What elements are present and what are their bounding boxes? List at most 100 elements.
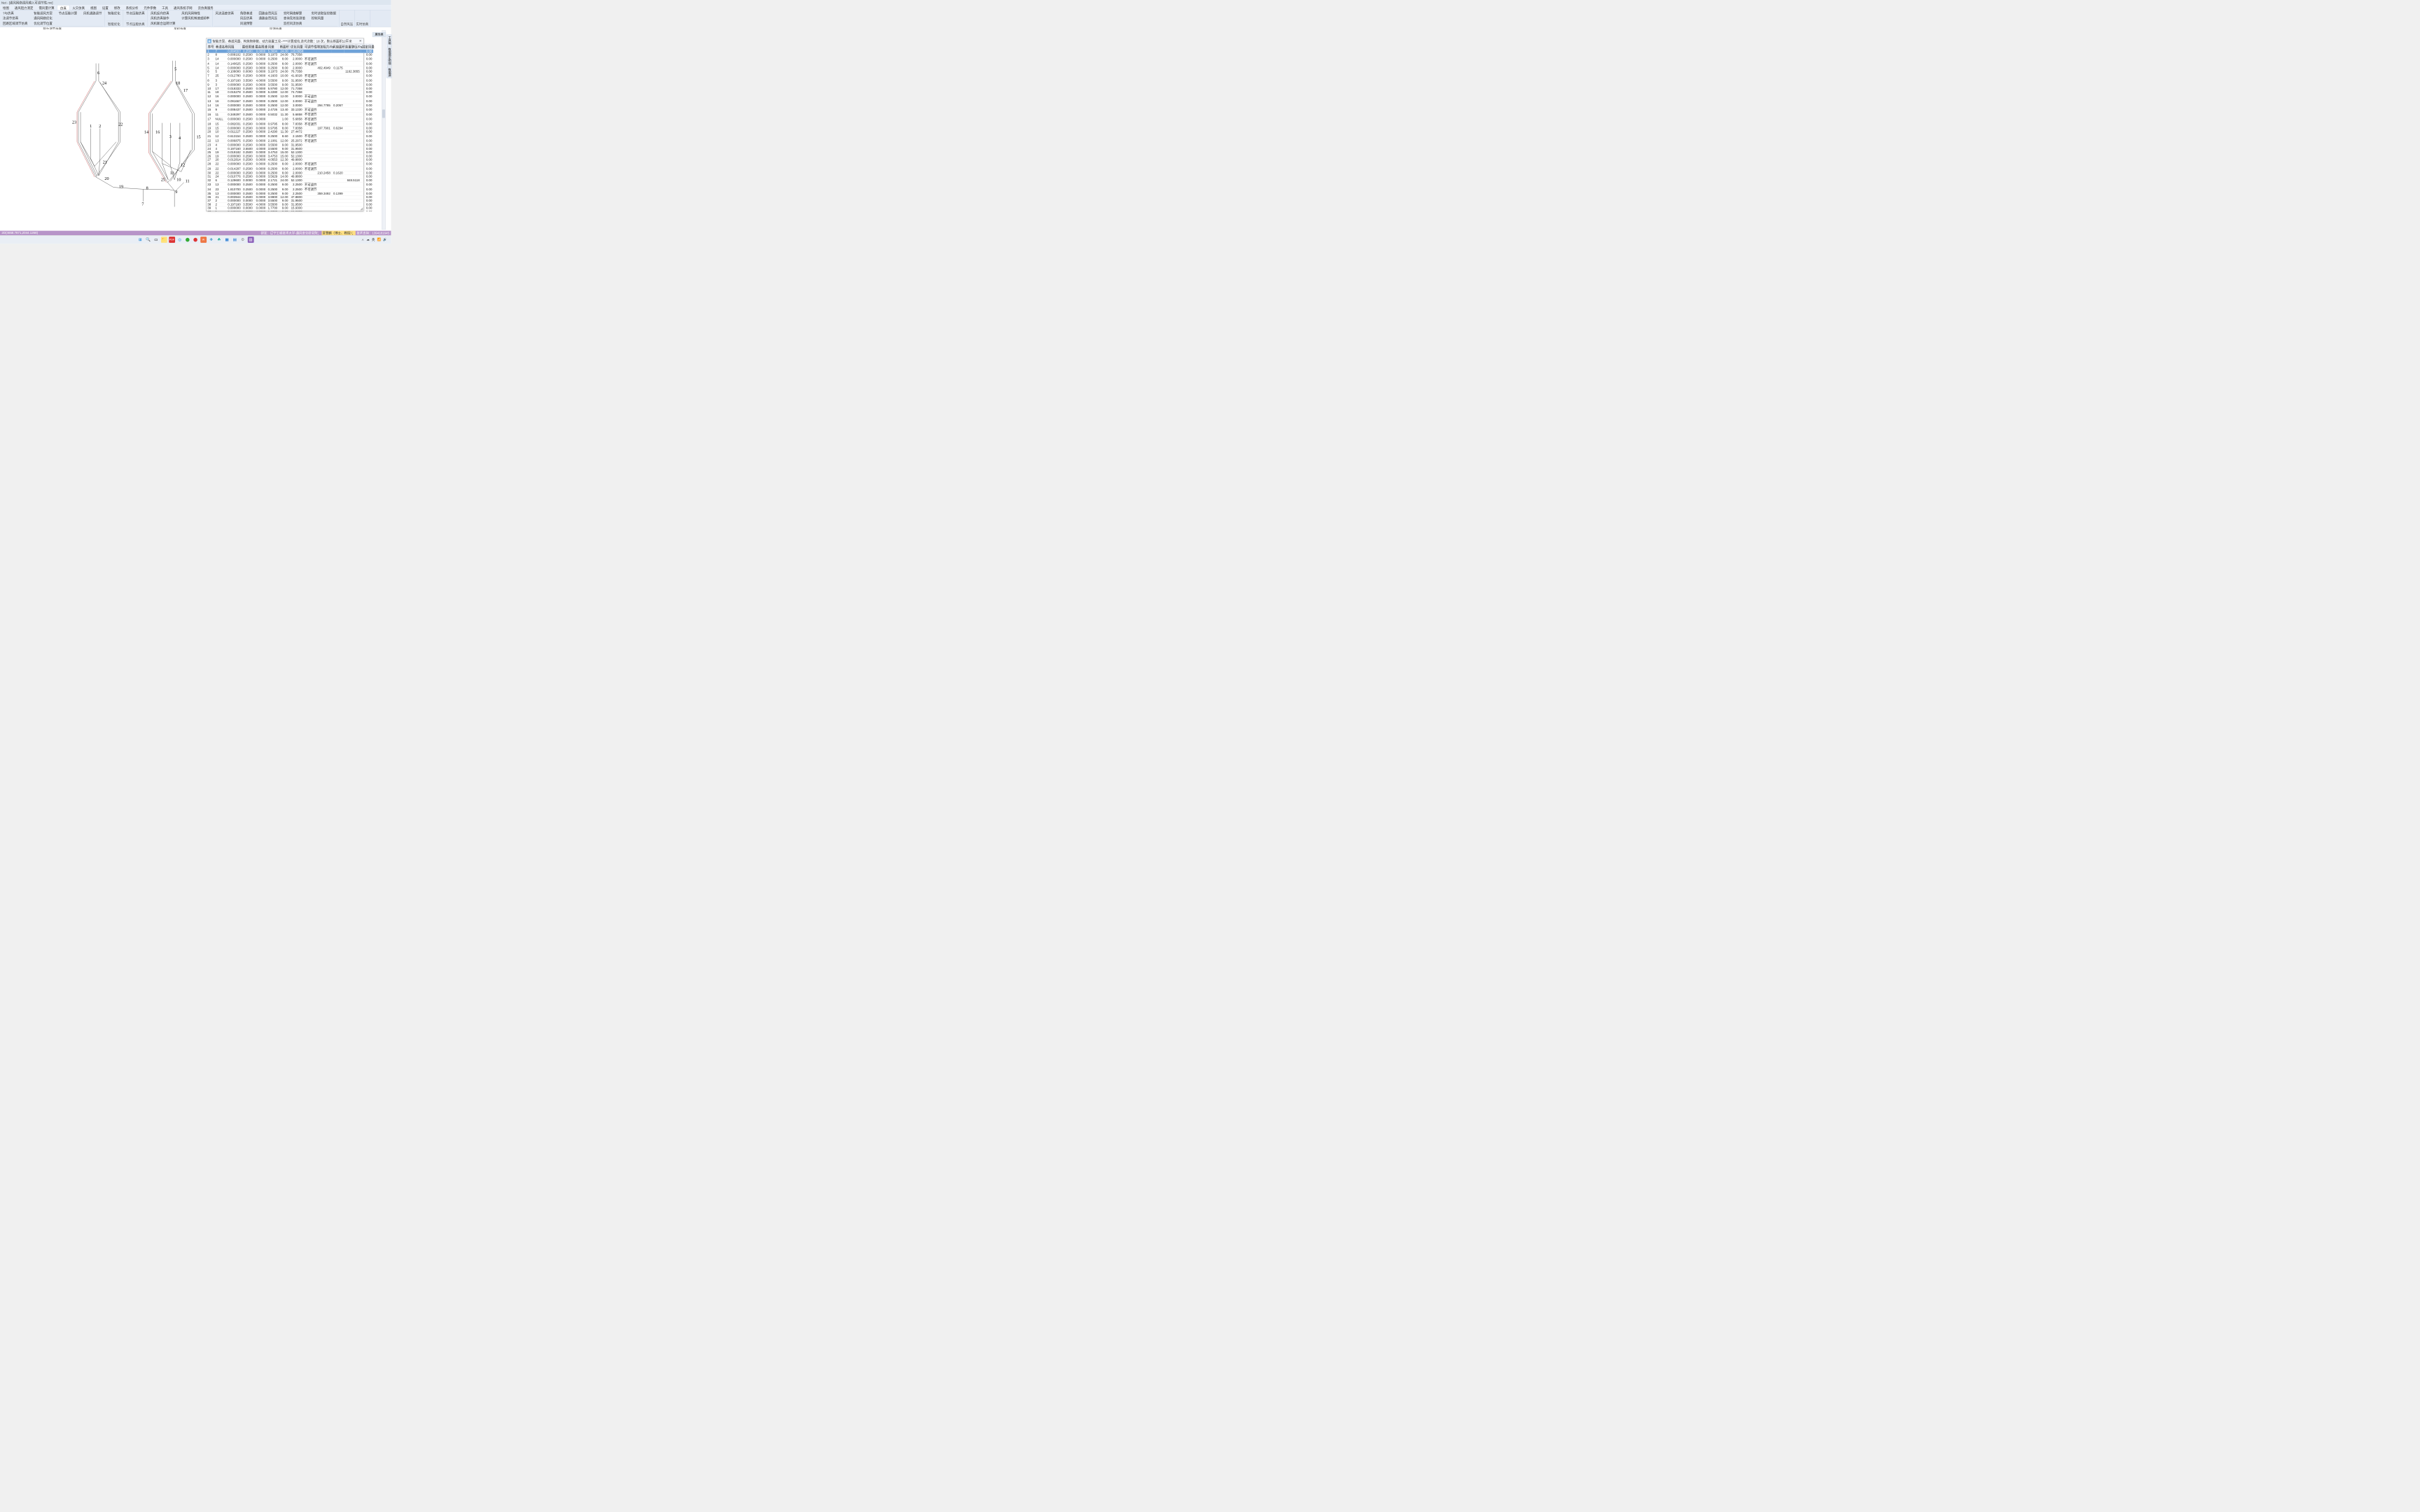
menu-5[interactable]: 视图	[88, 5, 99, 10]
ribbon-item[interactable]: 控制风量	[310, 16, 338, 21]
tray-lang[interactable]: 英	[372, 237, 375, 241]
ribbon-item[interactable]: 计算风机转速或频率	[180, 16, 211, 21]
col-header[interactable]: 风速	[267, 44, 279, 50]
col-header[interactable]: 增加阻力/Pa	[316, 44, 332, 50]
taskbar[interactable]: ⊞ 🔍 ▭ 📁 PDF ◎ ⬤ ⬤ W ✚ ☘ ▦ ▤ ⚙ ▧ ㅅ ☁ 英 📶 …	[0, 235, 391, 244]
table-row[interactable]: 12160.0000000.25000.00000.250012.003.000…	[207, 94, 373, 99]
app7-icon[interactable]: ▤	[232, 237, 238, 243]
table-row[interactable]: 29220.0142970.25000.00000.25008.002.0000…	[207, 167, 373, 172]
search-icon[interactable]: 🔍	[145, 237, 151, 243]
table-row[interactable]: 21120.6131540.25000.00000.25008.602.1500…	[207, 134, 373, 139]
col-header[interactable]: 巷道名称	[214, 44, 227, 50]
system-tray[interactable]: ㅅ ☁ 英 📶 🔊	[361, 237, 389, 241]
panel-titlebar[interactable]: ▦ 智能方案、巷道风量、构筑物参数、动力装置工况--****计算成功,迭代次数：…	[207, 38, 363, 44]
ribbon-item[interactable]: 节点压能计算	[57, 10, 79, 15]
ribbon-item[interactable]: 优化调节位置	[32, 21, 54, 26]
close-icon[interactable]: ✕	[359, 39, 363, 43]
table-row[interactable]: 1590.0084370.25000.00002.472613.4033.133…	[207, 108, 373, 113]
ribbon-item[interactable]: 实时读取监控数据	[310, 10, 338, 15]
menu-11[interactable]: 通风系统子网	[171, 5, 195, 10]
explorer-icon[interactable]: 📁	[161, 237, 167, 243]
col-header[interactable]: 风阻	[227, 44, 241, 50]
menu-1[interactable]: 通风阻力测定	[12, 5, 36, 10]
menu-0[interactable]: 绘图	[0, 5, 12, 10]
table-row[interactable]: 17NULL0.0000000.25000.00001.005.6858不可调节…	[207, 117, 373, 122]
table-row[interactable]: 16110.3492970.25000.00000.503211.305.685…	[207, 112, 373, 117]
tray-up-icon[interactable]: ㅅ	[361, 237, 364, 241]
table-row[interactable]: 830.1971603.55004.00003.55009.0031.9500不…	[207, 78, 373, 83]
col-header[interactable]: 固定风量	[361, 44, 373, 50]
menu-3[interactable]: 仿真	[57, 5, 70, 10]
col-header[interactable]: 优化风量	[289, 44, 303, 50]
col-header[interactable]: 可调节性	[303, 44, 316, 50]
ribbon-item[interactable]: 风流温度仿真	[214, 10, 236, 15]
menu-12[interactable]: 云仿真服务	[195, 5, 216, 10]
tray-sound-icon[interactable]: 🔊	[383, 238, 387, 241]
table-row[interactable]: 18150.0820310.25000.00000.97958.007.8358…	[207, 122, 373, 127]
menu-10[interactable]: 工具	[159, 5, 171, 10]
table-row[interactable]: 3140.0000000.25000.00000.25008.002.0000不…	[207, 57, 373, 62]
ribbon-item[interactable]: 角联巷道	[239, 10, 254, 15]
ribbon-item[interactable]: 风机仿真操作	[149, 16, 176, 21]
table-row[interactable]: 33130.0000000.25000.00000.25009.002.2500…	[207, 182, 373, 187]
menu-4[interactable]: 火灾仿真	[69, 5, 88, 10]
table-row[interactable]: 28220.0000000.25000.00000.25008.002.0000…	[207, 162, 373, 167]
table-row[interactable]: 7250.0127800.25000.00004.160310.0041.602…	[207, 74, 373, 78]
col-header[interactable]: 断面积	[279, 44, 289, 50]
tray-cloud-icon[interactable]: ☁	[366, 238, 369, 241]
vertical-scrollbar[interactable]	[382, 30, 386, 230]
ribbon-item[interactable]: 监控风流仿真	[282, 21, 307, 26]
tray-wifi-icon[interactable]: 📶	[377, 238, 382, 241]
start-icon[interactable]: ⊞	[137, 237, 144, 243]
edge-icon[interactable]: ◎	[176, 237, 183, 243]
menu-6[interactable]: 设置	[99, 5, 111, 10]
table-row[interactable]: 4010.1289601.77004.00001.77009.0015.9300…	[207, 210, 373, 211]
ribbon-item[interactable]: 实时网络解算	[282, 10, 307, 15]
col-header[interactable]: 装置静压/Pa	[344, 44, 361, 50]
ribbon-item[interactable]: 法调节仿真	[1, 16, 29, 21]
table-row[interactable]: 13160.0916670.25000.00000.250012.003.000…	[207, 99, 373, 104]
pdf-icon[interactable]: PDF	[169, 237, 175, 243]
ribbon-item[interactable]: ?与仿真	[1, 10, 29, 15]
ribbon-item[interactable]: 智能调风方案	[32, 10, 54, 15]
app8-icon[interactable]: ⚙	[239, 237, 246, 243]
app6-icon[interactable]: ▦	[224, 237, 230, 243]
col-header[interactable]: 序号	[207, 44, 214, 50]
ribbon-item[interactable]: 风机反向仿真	[149, 10, 176, 15]
ribbon-item[interactable]: 节点压能仿真	[125, 10, 146, 15]
right-tab-0[interactable]: 工具箱	[387, 34, 392, 46]
menu-2[interactable]: 需风量计算	[36, 5, 57, 10]
ribbon-item[interactable]: 通风网络优化	[32, 16, 54, 21]
col-header[interactable]: 最低限速	[241, 44, 253, 50]
ribbon-item[interactable]: 查询无效监测值	[282, 16, 307, 21]
app1-icon[interactable]: ⬤	[185, 237, 191, 243]
menu-7[interactable]: 修改	[111, 5, 123, 10]
menu-8[interactable]: 系统分析	[123, 5, 141, 10]
ribbon-item[interactable]: 智能优化	[106, 10, 122, 15]
network-diagram[interactable]: 6524181723122214163415211213202510111989…	[67, 52, 208, 220]
results-table[interactable]: 序号巷道名称风阻最低限速最高限速风速断面积优化风量可调节性增加阻力/Pa风窗面积…	[207, 44, 373, 211]
app3-icon[interactable]: W	[200, 237, 207, 243]
ribbon-item[interactable]: 风机联合运转计算	[149, 21, 176, 26]
resize-handle[interactable]	[359, 206, 363, 211]
ribbon-item[interactable]: 回路自然风压	[257, 10, 279, 15]
ribbon-item[interactable]: 通路自然风压	[257, 16, 279, 21]
app5-icon[interactable]: ☘	[216, 237, 223, 243]
ribbon-item[interactable]: 回路区域调节仿真	[1, 21, 29, 26]
ribbon-item[interactable]: 风压仿真	[239, 16, 254, 21]
taskview-icon[interactable]: ▭	[153, 237, 159, 243]
app4-icon[interactable]: ✚	[208, 237, 214, 243]
table-row[interactable]: 34231.8107000.25000.00000.25009.002.2500…	[207, 187, 373, 192]
app9-icon[interactable]: ▧	[248, 237, 254, 243]
ribbon-item[interactable]: 风机通路调节	[82, 10, 104, 15]
right-tab-2[interactable]: 数据源	[387, 66, 392, 78]
ribbon-item[interactable]: 风机风网特性	[180, 10, 211, 15]
right-tab-1[interactable]: 数据绑定明细	[387, 46, 392, 66]
property-panel-tab[interactable]: 属性表	[373, 32, 386, 36]
app2-icon[interactable]: ⬤	[193, 237, 199, 243]
menu-9[interactable]: 元件参数	[141, 5, 159, 10]
table-row[interactable]: 22130.0068750.25000.00002.108112.0025.29…	[207, 139, 373, 144]
col-header[interactable]: 风窗面积	[331, 44, 344, 50]
ribbon-item[interactable]: 风速预警	[239, 21, 254, 26]
scrollbar-thumb[interactable]	[382, 109, 385, 118]
